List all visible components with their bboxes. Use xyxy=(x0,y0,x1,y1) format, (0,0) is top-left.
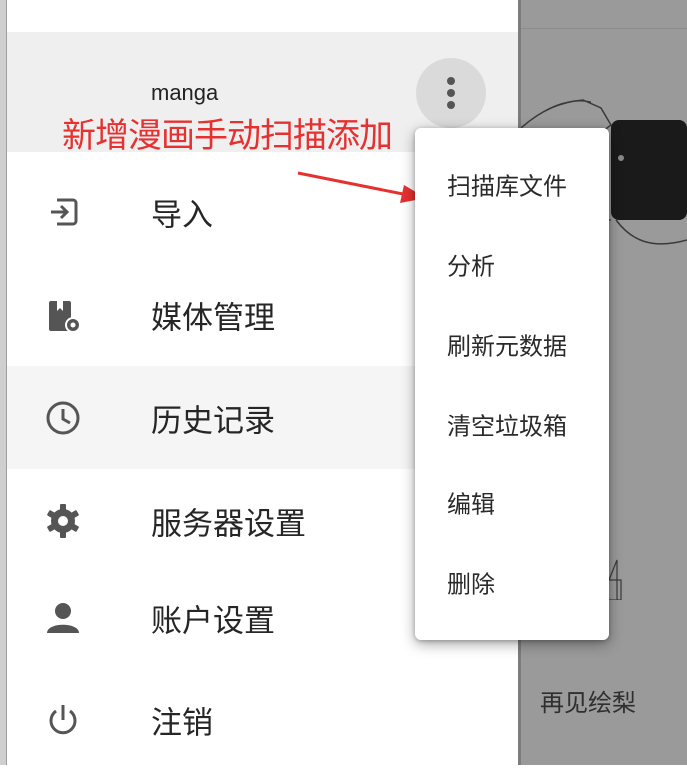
more-vertical-icon xyxy=(447,77,455,109)
library-context-menu: 扫描库文件 分析 刷新元数据 清空垃圾箱 编辑 删除 xyxy=(415,128,609,640)
nav-label-import: 导入 xyxy=(151,197,213,232)
gear-icon xyxy=(47,503,79,538)
nav-label-logout: 注销 xyxy=(151,705,213,740)
annotation-text: 新增漫画手动扫描添加 xyxy=(62,117,393,155)
menu-item-empty-trash[interactable]: 清空垃圾箱 xyxy=(415,384,609,464)
menu-label-delete: 删除 xyxy=(447,571,495,599)
person-icon xyxy=(47,602,79,633)
nav-label-account-settings: 账户设置 xyxy=(151,603,275,638)
menu-item-scan-library[interactable]: 扫描库文件 xyxy=(415,144,609,224)
menu-label-refresh-metadata: 刷新元数据 xyxy=(447,333,567,361)
comic-title[interactable]: 再见绘梨 xyxy=(540,683,680,718)
menu-label-scan-library: 扫描库文件 xyxy=(447,173,567,201)
nav-label-history: 历史记录 xyxy=(151,403,275,438)
menu-item-refresh-metadata[interactable]: 刷新元数据 xyxy=(415,304,609,384)
menu-item-analyze[interactable]: 分析 xyxy=(415,224,609,304)
annotation-arrow xyxy=(297,171,426,203)
nav-item-logout[interactable]: 注销 xyxy=(7,668,518,771)
menu-label-empty-trash: 清空垃圾箱 xyxy=(447,413,567,441)
library-more-button[interactable] xyxy=(416,58,486,128)
menu-label-edit: 编辑 xyxy=(447,491,495,519)
menu-label-analyze: 分析 xyxy=(447,253,495,281)
backdrop-header-line xyxy=(521,28,687,29)
library-name[interactable]: manga xyxy=(151,80,218,106)
menu-item-delete[interactable]: 删除 xyxy=(415,542,609,622)
power-icon xyxy=(49,704,77,734)
import-icon xyxy=(51,198,78,225)
nav-label-media-management: 媒体管理 xyxy=(151,300,275,335)
menu-item-edit[interactable]: 编辑 xyxy=(415,462,609,542)
clock-icon xyxy=(46,401,80,434)
media-settings-icon xyxy=(49,300,81,333)
nav-label-server-settings: 服务器设置 xyxy=(151,506,306,541)
